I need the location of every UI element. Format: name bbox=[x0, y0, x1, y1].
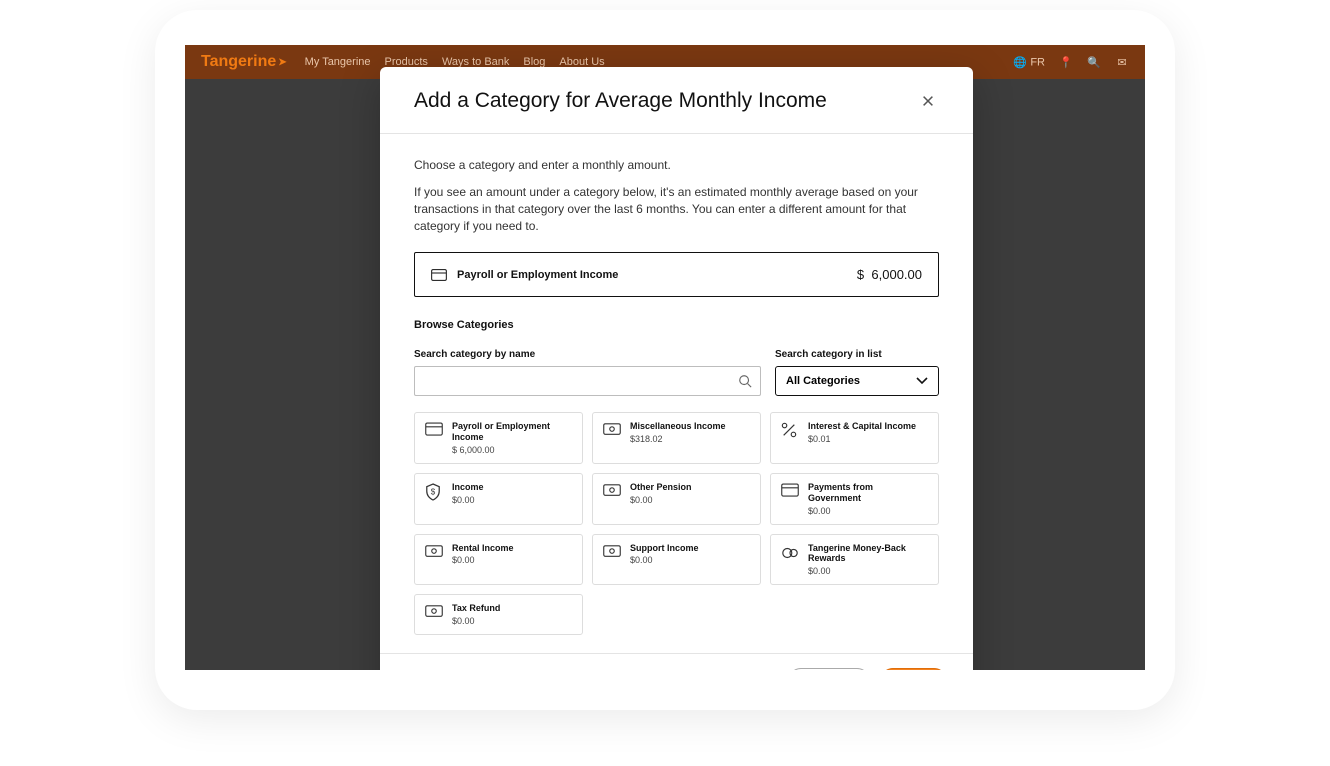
category-text: Other Pension $0.00 bbox=[630, 482, 692, 505]
category-text: Interest & Capital Income $0.01 bbox=[808, 421, 916, 444]
category-card[interactable]: Rental Income$0.00 bbox=[414, 534, 583, 586]
category-name: Income bbox=[452, 482, 484, 493]
language-toggle[interactable]: 🌐 FR bbox=[1013, 55, 1045, 69]
card-icon bbox=[431, 268, 447, 282]
globe-icon: 🌐 bbox=[1013, 55, 1027, 69]
chevron-down-icon bbox=[916, 377, 928, 385]
currency-symbol: $ bbox=[857, 267, 864, 282]
category-dropdown[interactable]: All Categories bbox=[775, 366, 939, 396]
modal-footer: Cancel Add bbox=[380, 653, 973, 670]
search-row: Search category by name Search category … bbox=[414, 349, 939, 396]
category-card[interactable]: Payroll or Employment Income $ 6,000.00 bbox=[414, 412, 583, 464]
search-in-list-col: Search category in list All Categories bbox=[775, 349, 939, 396]
category-card[interactable]: $ Income $0.00 bbox=[414, 473, 583, 525]
category-card[interactable]: Support Income$0.00 bbox=[592, 534, 761, 586]
svg-text:$: $ bbox=[431, 488, 436, 497]
category-card[interactable]: Interest & Capital Income $0.01 bbox=[770, 412, 939, 464]
category-name: Payments from Government bbox=[808, 482, 928, 504]
percent-icon bbox=[781, 422, 799, 438]
category-card[interactable]: Payments from Government $0.00 bbox=[770, 473, 939, 525]
category-amount: $0.01 bbox=[808, 434, 916, 444]
modal-header: Add a Category for Average Monthly Incom… bbox=[380, 67, 973, 134]
search-by-name-col: Search category by name bbox=[414, 349, 761, 396]
cash-icon bbox=[425, 544, 443, 560]
intro-text-2: If you see an amount under a category be… bbox=[414, 184, 939, 234]
category-text: Income $0.00 bbox=[452, 482, 484, 505]
category-name: Tax Refund bbox=[452, 603, 500, 614]
language-code: FR bbox=[1030, 57, 1045, 69]
category-name: Support Income bbox=[630, 543, 699, 554]
category-text: Payroll or Employment Income $ 6,000.00 bbox=[452, 421, 572, 455]
category-name: Interest & Capital Income bbox=[808, 421, 916, 432]
brand-logo[interactable]: Tangerine ➤ bbox=[201, 53, 287, 71]
category-text: Miscellaneous Income $318.02 bbox=[630, 421, 726, 444]
category-text: Payments from Government $0.00 bbox=[808, 482, 928, 516]
selected-category-amount: $ 6,000.00 bbox=[857, 267, 922, 282]
category-amount: $ 6,000.00 bbox=[452, 445, 572, 455]
cash-icon bbox=[603, 422, 621, 438]
modal-title: Add a Category for Average Monthly Incom… bbox=[414, 89, 827, 113]
close-icon bbox=[921, 94, 935, 108]
search-input[interactable] bbox=[423, 375, 738, 387]
mail-icon[interactable]: ✉ bbox=[1115, 55, 1129, 69]
category-name: Miscellaneous Income bbox=[630, 421, 726, 432]
cash-icon bbox=[425, 604, 443, 620]
selected-category-label: Payroll or Employment Income bbox=[457, 269, 618, 281]
search-list-label: Search category in list bbox=[775, 349, 939, 360]
rewards-icon bbox=[781, 544, 799, 560]
laptop-frame: Tangerine ➤ My Tangerine Products Ways t… bbox=[155, 10, 1175, 710]
category-card[interactable]: Miscellaneous Income $318.02 bbox=[592, 412, 761, 464]
search-icon bbox=[738, 374, 752, 388]
modal-body: Choose a category and enter a monthly am… bbox=[380, 134, 973, 653]
nav-item[interactable]: My Tangerine bbox=[305, 56, 371, 68]
amount-value: 6,000.00 bbox=[871, 267, 922, 282]
category-name: Tangerine Money-Back Rewards bbox=[808, 543, 928, 565]
close-button[interactable] bbox=[917, 90, 939, 112]
categories-grid: Payroll or Employment Income $ 6,000.00 Mi… bbox=[414, 412, 939, 635]
cancel-button[interactable]: Cancel bbox=[788, 668, 870, 670]
add-button[interactable]: Add bbox=[880, 668, 947, 670]
intro-text-1: Choose a category and enter a monthly am… bbox=[414, 158, 939, 172]
category-card[interactable]: Tangerine Money-Back Rewards$0.00 bbox=[770, 534, 939, 586]
browse-categories-header: Browse Categories bbox=[414, 319, 939, 331]
category-amount: $0.00 bbox=[808, 566, 928, 576]
shield-icon: $ bbox=[425, 483, 443, 499]
selected-category-row[interactable]: Payroll or Employment Income $ 6,000.00 bbox=[414, 252, 939, 297]
category-amount: $0.00 bbox=[630, 495, 692, 505]
logo-arrow-icon: ➤ bbox=[278, 57, 286, 68]
app-screen: Tangerine ➤ My Tangerine Products Ways t… bbox=[185, 45, 1145, 670]
search-name-box[interactable] bbox=[414, 366, 761, 396]
category-card[interactable]: Tax Refund $0.00 bbox=[414, 594, 583, 635]
location-icon[interactable]: 📍 bbox=[1059, 55, 1073, 69]
category-text: Rental Income$0.00 bbox=[452, 543, 514, 566]
category-text: Tangerine Money-Back Rewards$0.00 bbox=[808, 543, 928, 577]
category-amount: $0.00 bbox=[452, 555, 514, 565]
category-name: Rental Income bbox=[452, 543, 514, 554]
search-icon[interactable]: 🔍 bbox=[1087, 55, 1101, 69]
search-name-label: Search category by name bbox=[414, 349, 761, 360]
category-amount: $0.00 bbox=[452, 616, 500, 626]
cash-icon bbox=[603, 483, 621, 499]
category-card[interactable]: Other Pension $0.00 bbox=[592, 473, 761, 525]
dropdown-value: All Categories bbox=[786, 375, 860, 387]
category-text: Tax Refund $0.00 bbox=[452, 603, 500, 626]
cash-icon bbox=[603, 544, 621, 560]
category-name: Other Pension bbox=[630, 482, 692, 493]
header-right: 🌐 FR 📍 🔍 ✉ bbox=[1013, 55, 1129, 69]
category-amount: $0.00 bbox=[808, 506, 928, 516]
card-icon bbox=[425, 422, 443, 438]
add-category-modal: Add a Category for Average Monthly Incom… bbox=[380, 67, 973, 670]
brand-text: Tangerine bbox=[201, 53, 276, 71]
category-text: Support Income$0.00 bbox=[630, 543, 699, 566]
category-amount: $0.00 bbox=[630, 555, 699, 565]
category-name: Payroll or Employment Income bbox=[452, 421, 572, 443]
category-amount: $318.02 bbox=[630, 434, 726, 444]
category-amount: $0.00 bbox=[452, 495, 484, 505]
card-icon bbox=[781, 483, 799, 499]
